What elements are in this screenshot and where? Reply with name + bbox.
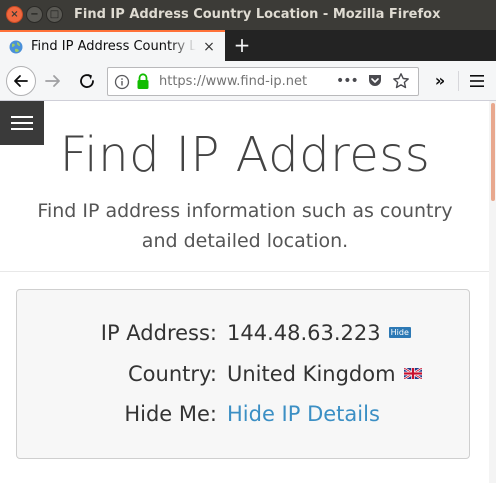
back-arrow-icon: [14, 75, 28, 87]
ip-address-label: IP Address:: [100, 321, 217, 345]
url-bar[interactable]: https://www.find-ip.net •••: [107, 67, 419, 96]
tab-label: Find IP Address Country Location: [31, 37, 196, 57]
hamburger-menu-icon[interactable]: [468, 71, 486, 91]
country-value: United Kingdom: [227, 362, 396, 386]
hide-ip-details-link[interactable]: Hide IP Details: [227, 397, 380, 431]
hide-ip-badge[interactable]: Hide: [388, 327, 411, 338]
tab-close-button[interactable]: ×: [201, 38, 217, 56]
menu-bar-line: [11, 116, 33, 118]
navigation-toolbar: https://www.find-ip.net ••• »: [0, 61, 496, 101]
toolbar-separator: [458, 71, 459, 91]
page-title: Find IP Address: [59, 127, 431, 183]
window-titlebar: × − □ Find IP Address Country Location -…: [0, 0, 496, 30]
window-close-button[interactable]: ×: [6, 6, 23, 23]
ip-address-row: IP Address: 144.48.63.223 Hide: [17, 316, 471, 350]
forward-arrow-icon[interactable]: [42, 70, 64, 92]
globe-icon: [9, 40, 23, 54]
page-subtitle: Find IP address information such as coun…: [37, 200, 453, 252]
back-button[interactable]: [6, 66, 36, 96]
pocket-icon[interactable]: [367, 73, 383, 89]
toolbar-overflow-button[interactable]: »: [430, 70, 450, 92]
ip-info-card: IP Address: 144.48.63.223 Hide Country: U…: [16, 289, 470, 459]
window-minimize-button[interactable]: −: [26, 6, 43, 23]
reload-icon[interactable]: [76, 70, 98, 92]
web-page: Find IP Address Find IP address informat…: [0, 101, 496, 483]
uk-flag-icon: [403, 368, 422, 379]
window-maximize-button[interactable]: □: [46, 6, 63, 23]
tab-active[interactable]: Find IP Address Country Location ×: [0, 30, 225, 61]
country-value-wrap: United Kingdom: [227, 357, 422, 391]
hide-me-row: Hide Me: Hide IP Details: [17, 397, 471, 431]
new-tab-button[interactable]: +: [230, 33, 254, 57]
star-icon[interactable]: [392, 72, 410, 90]
scrollbar-thumb[interactable]: [491, 103, 495, 201]
lock-icon[interactable]: [136, 73, 150, 90]
country-row: Country: United Kingdom: [17, 357, 471, 391]
info-icon[interactable]: [114, 74, 130, 90]
page-actions-button[interactable]: •••: [336, 72, 359, 92]
window-title: Find IP Address Country Location - Mozil…: [74, 7, 441, 22]
ip-address-value: 144.48.63.223: [227, 321, 381, 345]
section-divider: [0, 271, 489, 272]
country-label: Country:: [128, 362, 217, 386]
ip-address-value-wrap: 144.48.63.223 Hide: [227, 316, 411, 350]
tab-strip: Find IP Address Country Location × +: [0, 30, 496, 61]
url-text[interactable]: https://www.find-ip.net: [159, 68, 329, 95]
menu-bar-line: [11, 122, 33, 124]
hide-me-label: Hide Me:: [124, 402, 217, 426]
